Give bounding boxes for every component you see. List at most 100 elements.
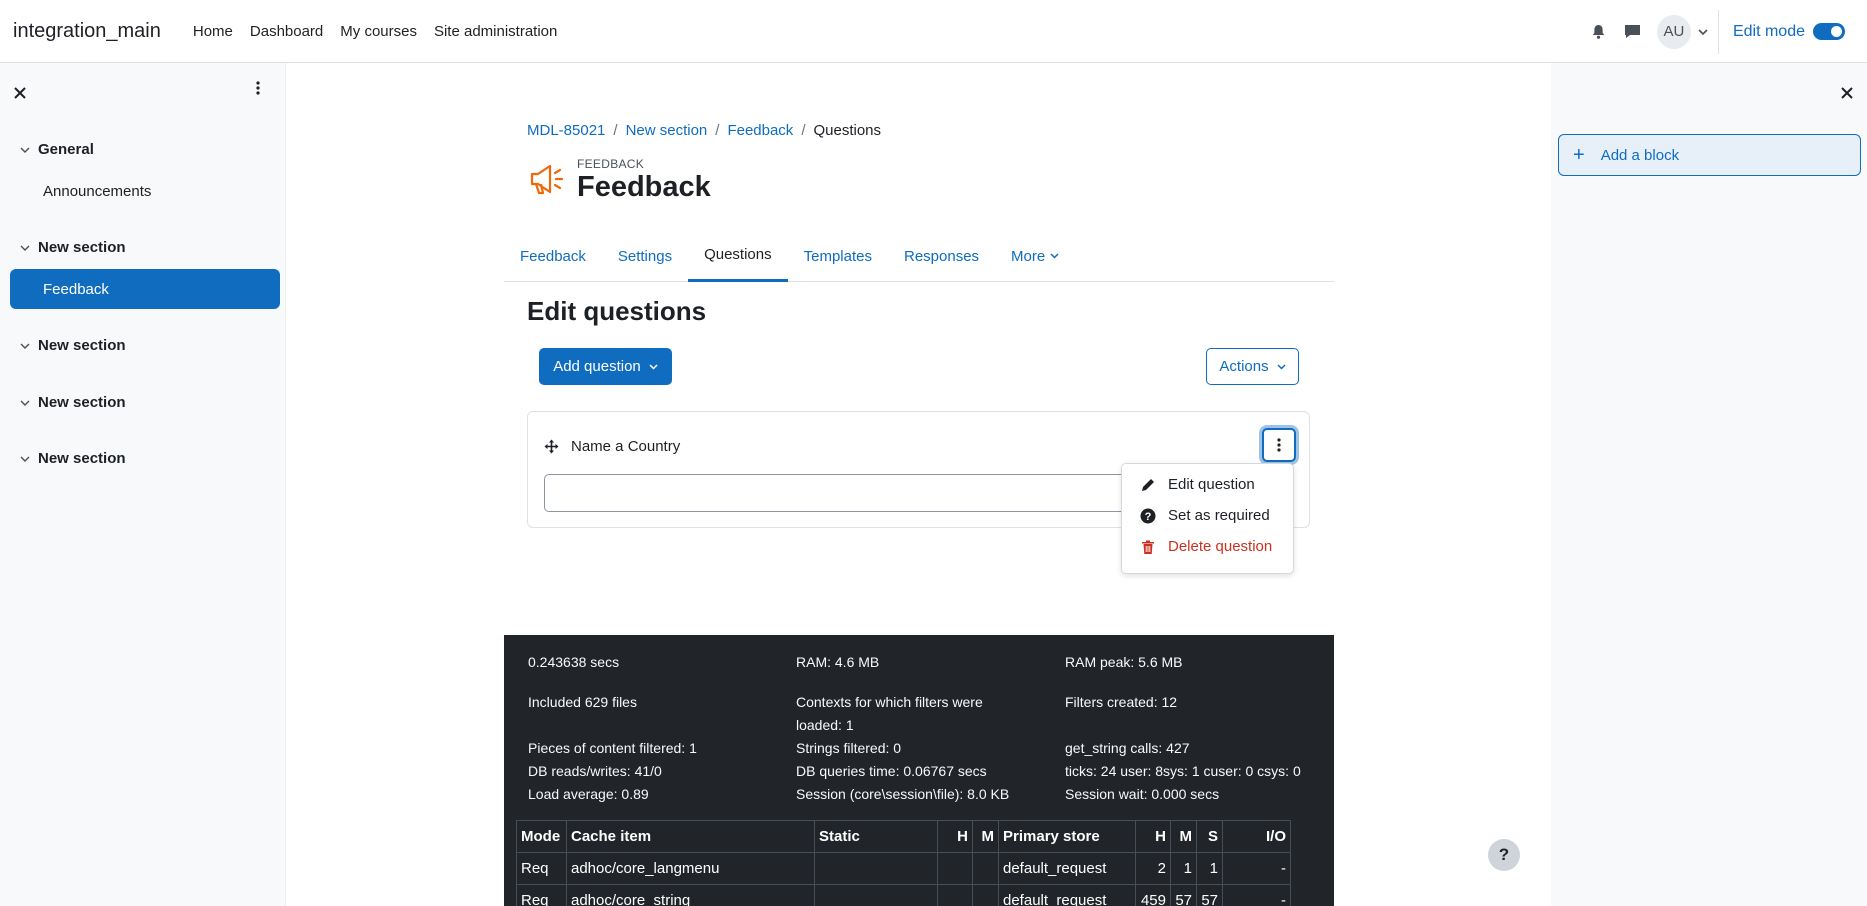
tab-responses[interactable]: Responses — [888, 230, 995, 282]
kebab-icon[interactable] — [256, 81, 260, 99]
menu-item-edit-question[interactable]: Edit question — [1122, 469, 1293, 500]
table-header: H — [937, 820, 973, 853]
bell-icon[interactable] — [1585, 18, 1613, 46]
edit-mode-switch[interactable]: Edit mode — [1733, 23, 1845, 41]
add-block-label: Add a block — [1600, 146, 1680, 164]
table-cell: default_request — [998, 852, 1136, 885]
table-header: Cache item — [566, 820, 815, 853]
chevron-down-icon[interactable] — [20, 398, 30, 408]
chevron-down-icon[interactable] — [20, 341, 30, 351]
section-new-3[interactable]: New section — [20, 394, 126, 411]
section-title: New section — [38, 337, 126, 354]
course-index-item-feedback[interactable]: Feedback — [10, 269, 280, 309]
section-title: New section — [38, 450, 126, 467]
breadcrumb-course[interactable]: MDL-85021 — [527, 122, 605, 139]
section-new-2[interactable]: New section — [20, 337, 126, 354]
perf-contexts-line2: loaded: 1 — [796, 717, 854, 733]
move-icon[interactable] — [544, 439, 559, 458]
section-title: General — [38, 141, 94, 158]
table-cell: 1 — [1196, 852, 1223, 885]
perf-filters-created: Filters created: 12 — [1065, 694, 1178, 710]
avatar[interactable]: AU — [1656, 14, 1691, 49]
breadcrumb-separator: / — [715, 122, 720, 139]
primary-navigation: Home Dashboard My courses Site administr… — [193, 23, 558, 40]
site-brand[interactable]: integration_main — [13, 20, 161, 43]
chevron-down-icon[interactable] — [20, 243, 30, 253]
actions-button[interactable]: Actions — [1206, 348, 1299, 385]
perf-load-average: Load average: 0.89 — [528, 786, 649, 802]
chevron-down-icon — [649, 363, 658, 370]
table-cell: - — [1222, 884, 1291, 906]
table-header: Mode — [516, 820, 567, 853]
add-block-button[interactable]: + Add a block — [1558, 134, 1861, 176]
section-title: New section — [38, 394, 126, 411]
chevron-down-icon[interactable] — [20, 145, 30, 155]
table-row: Req adhoc/core_langmenu default_request … — [516, 852, 1291, 885]
menu-item-delete-question[interactable]: Delete question — [1122, 531, 1293, 562]
tab-more-label: More — [1011, 247, 1046, 265]
tab-settings[interactable]: Settings — [602, 230, 688, 282]
section-new-4[interactable]: New section — [20, 450, 126, 467]
table-cell — [814, 852, 938, 885]
edit-mode-toggle[interactable] — [1813, 23, 1845, 40]
nav-my-courses[interactable]: My courses — [340, 23, 417, 40]
help-button[interactable]: ? — [1488, 839, 1520, 871]
tab-more[interactable]: More — [995, 230, 1075, 282]
kebab-icon — [1277, 438, 1281, 452]
tab-templates[interactable]: Templates — [788, 230, 888, 282]
table-header: I/O — [1222, 820, 1291, 853]
course-index-item-announcements[interactable]: Announcements — [43, 183, 151, 200]
table-cell: - — [1222, 852, 1291, 885]
perf-db-rw: DB reads/writes: 41/0 — [528, 763, 662, 779]
chevron-down-icon[interactable] — [20, 454, 30, 464]
breadcrumb: MDL-85021 / New section / Feedback / Que… — [527, 122, 881, 139]
perf-time: 0.243638 secs — [528, 654, 620, 670]
close-icon[interactable] — [14, 83, 26, 104]
chevron-down-icon[interactable] — [1698, 23, 1708, 40]
perf-included-files: Included 629 files — [528, 694, 637, 710]
block-drawer: + Add a block — [1551, 63, 1867, 906]
table-header: H — [1135, 820, 1171, 853]
megaphone-icon — [528, 160, 564, 198]
tab-feedback[interactable]: Feedback — [504, 230, 602, 282]
activity-type-label: FEEDBACK — [577, 157, 645, 171]
question-actions-button[interactable] — [1262, 428, 1296, 462]
chevron-down-icon — [1050, 253, 1059, 259]
breadcrumb-current: Questions — [813, 122, 882, 139]
nav-dashboard[interactable]: Dashboard — [250, 23, 323, 40]
tab-questions[interactable]: Questions — [688, 230, 788, 282]
add-question-label: Add question — [553, 358, 641, 375]
messages-icon[interactable] — [1619, 18, 1647, 46]
close-icon[interactable] — [1841, 83, 1853, 104]
table-row: Req adhoc/core_string default_request 45… — [516, 884, 1291, 906]
perf-ram-peak: RAM peak: 5.6 MB — [1065, 654, 1183, 670]
add-question-button[interactable]: Add question — [539, 348, 672, 385]
table-header-row: Mode Cache item Static H M Primary store… — [516, 820, 1291, 853]
navbar-divider — [1717, 9, 1719, 54]
section-general[interactable]: General — [20, 141, 94, 158]
cache-table: Mode Cache item Static H M Primary store… — [516, 820, 1291, 906]
question-name: Name a Country — [571, 438, 681, 455]
edit-mode-label: Edit mode — [1732, 22, 1805, 40]
trash-icon — [1142, 540, 1154, 554]
question-circle-icon: ? — [1140, 508, 1156, 523]
nav-site-administration[interactable]: Site administration — [434, 23, 557, 40]
table-cell — [814, 884, 938, 906]
table-header: S — [1196, 820, 1223, 853]
breadcrumb-activity[interactable]: Feedback — [727, 122, 793, 139]
menu-item-label: Set as required — [1168, 507, 1270, 524]
question-actions-menu: Edit question ? Set as required Delete q… — [1121, 463, 1294, 574]
menu-item-set-as-required[interactable]: ? Set as required — [1122, 500, 1293, 531]
perf-get-string: get_string calls: 427 — [1065, 740, 1190, 756]
table-cell — [972, 852, 999, 885]
svg-text:?: ? — [1145, 511, 1152, 523]
top-navbar: integration_main Home Dashboard My cours… — [0, 0, 1867, 63]
page-title: Feedback — [577, 171, 711, 203]
secondary-navigation: Feedback Settings Questions Templates Re… — [504, 230, 1334, 282]
table-cell: 2 — [1135, 852, 1171, 885]
section-new-1[interactable]: New section — [20, 239, 126, 256]
nav-home[interactable]: Home — [193, 23, 233, 40]
breadcrumb-section[interactable]: New section — [626, 122, 708, 139]
perf-ticks: ticks: 24 user: 8sys: 1 cuser: 0 csys: 0 — [1065, 763, 1301, 779]
navbar-right: AU Edit mode — [1585, 0, 1867, 63]
